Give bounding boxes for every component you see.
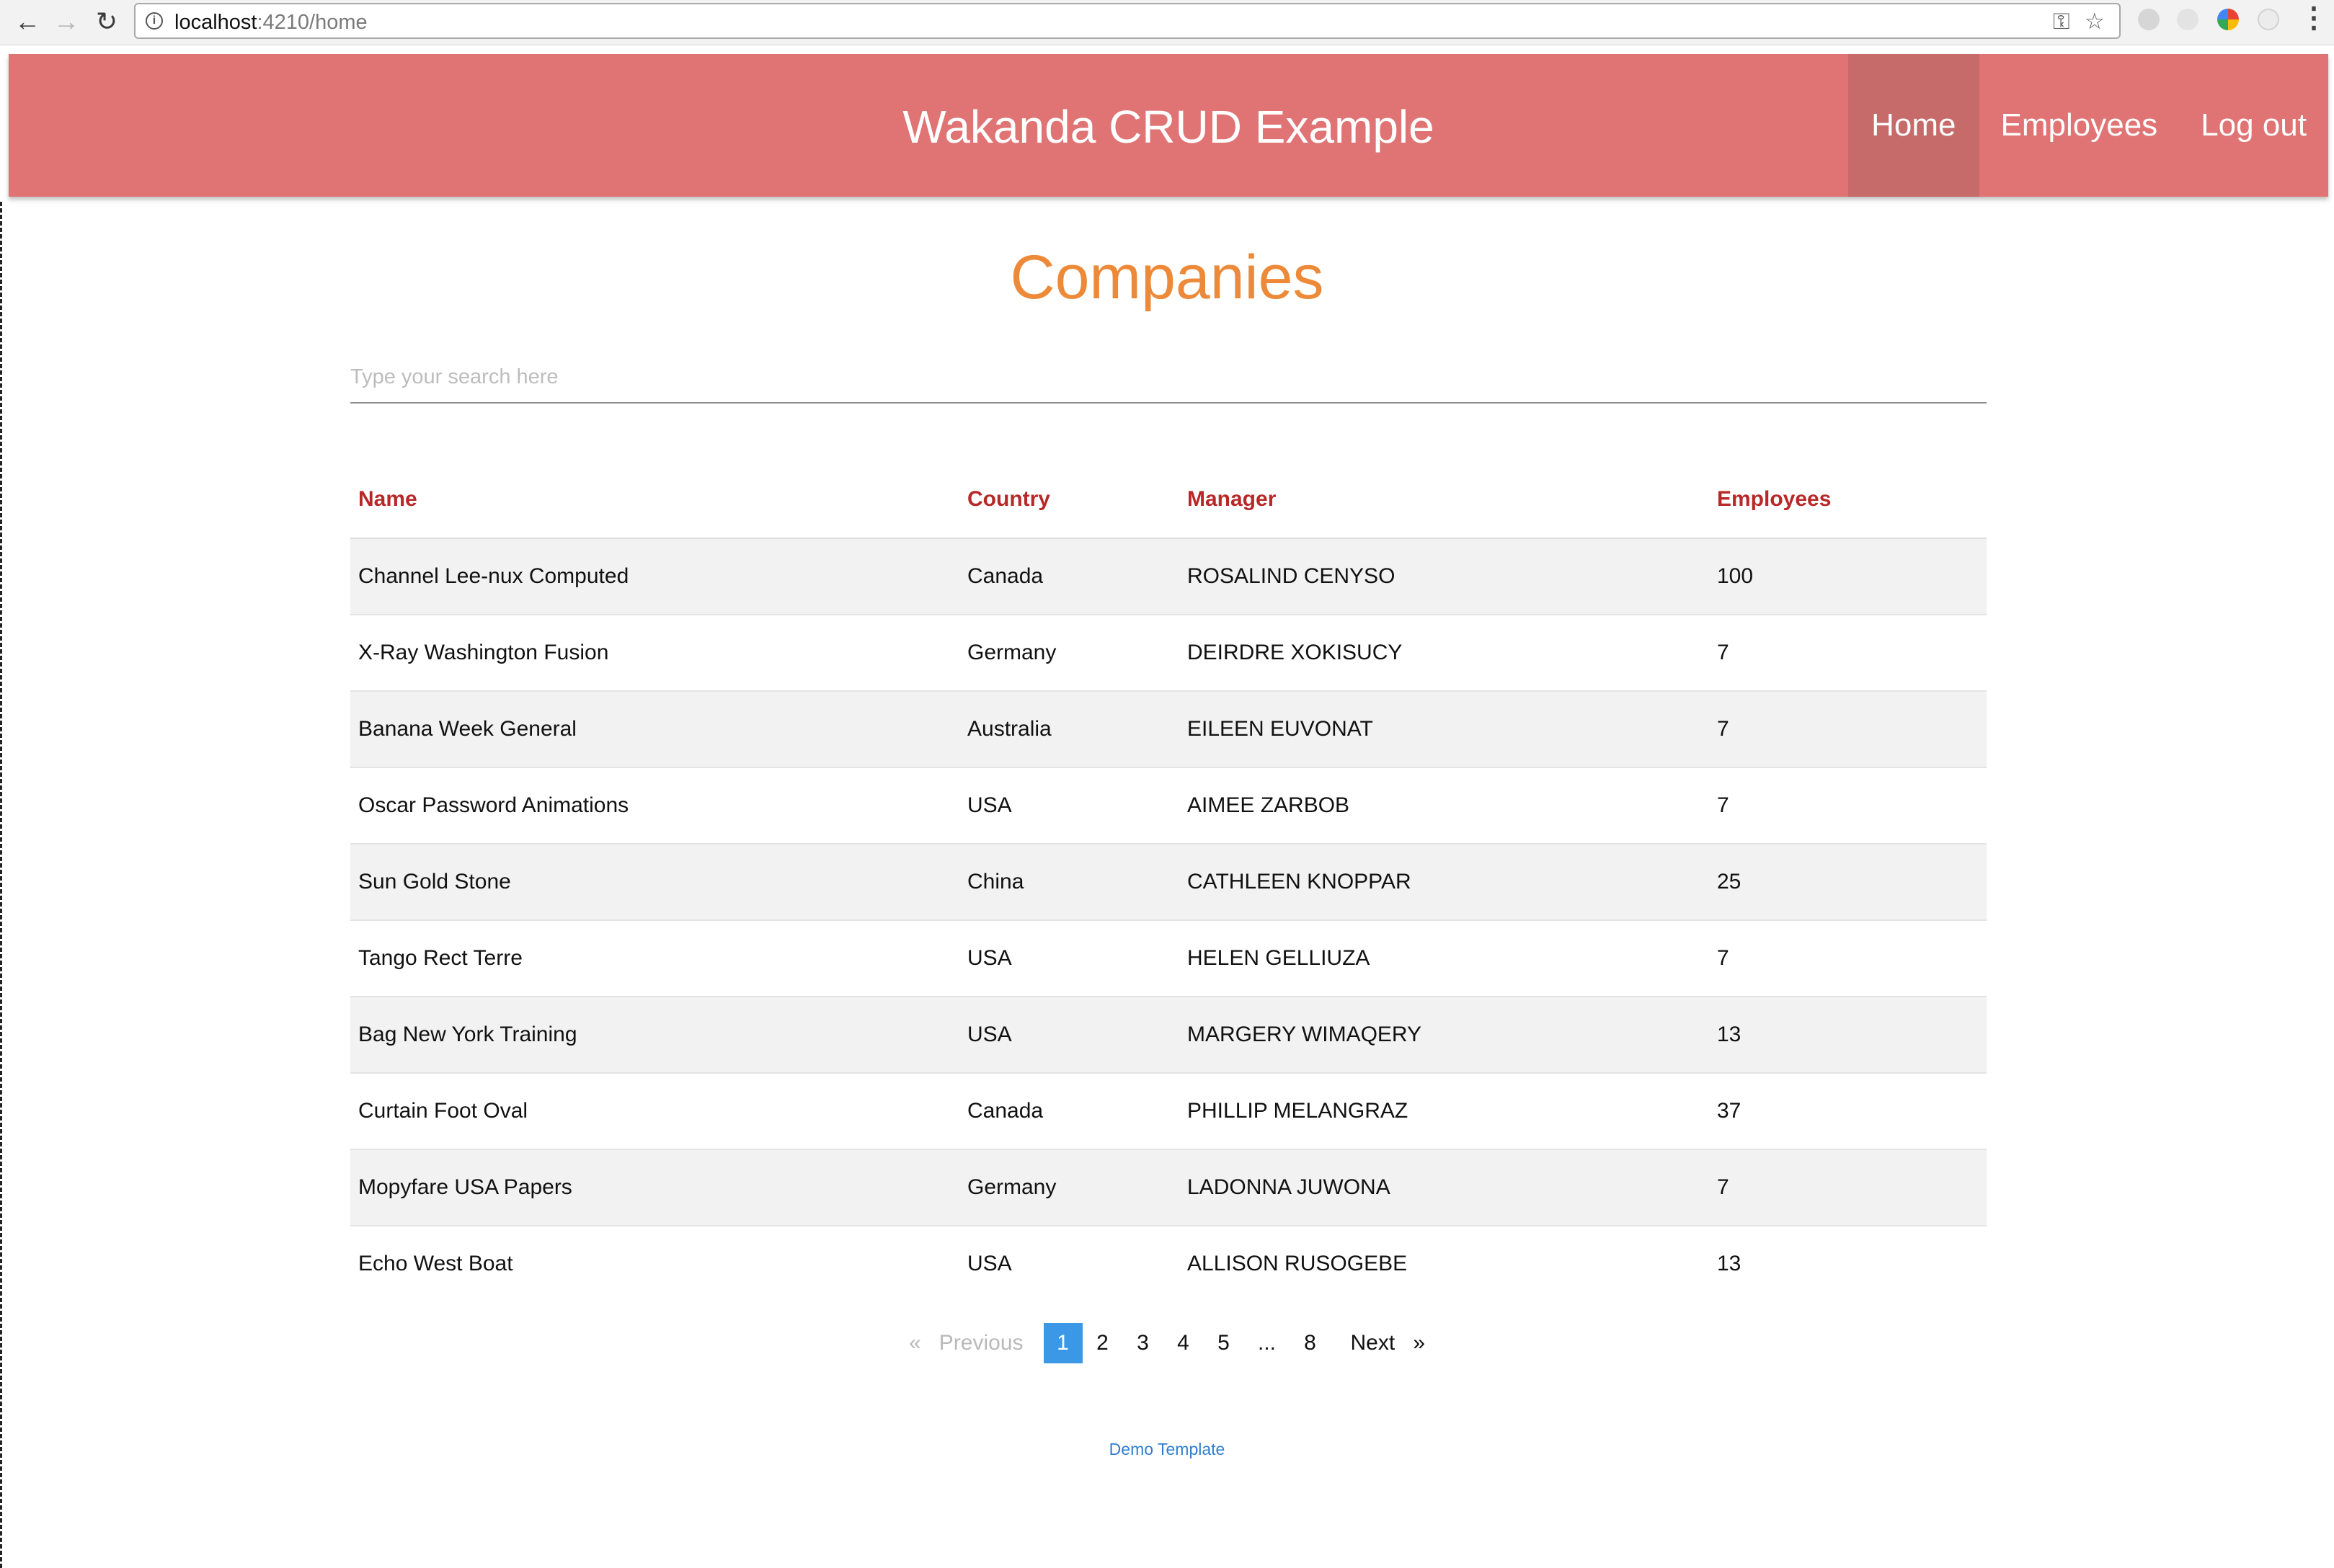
cell-country: Germany: [959, 1149, 1179, 1226]
cell-country: USA: [959, 997, 1179, 1074]
cell-employees: 100: [1709, 538, 1987, 615]
cell-manager: ALLISON RUSOGEBE: [1187, 1252, 1408, 1275]
cell-country: China: [959, 844, 1179, 921]
nav-home[interactable]: Home: [1848, 54, 1979, 197]
cell-manager: MARGERY WIMAQERY: [1179, 997, 1709, 1074]
app-nav: Home Employees Log out: [1848, 54, 2328, 197]
url-host: localhost: [174, 11, 257, 34]
table-row[interactable]: Curtain Foot Oval Canada PHILLIP MELANGR…: [350, 1073, 1987, 1150]
cell-name: Bag New York Training: [350, 997, 959, 1074]
cell-employees: 13: [1709, 997, 1987, 1074]
cell-name: Echo West Boat: [358, 1252, 513, 1275]
table-row[interactable]: Tango Rect Terre USA HELEN GELLIUZA 7: [350, 920, 1987, 997]
cell-country: USA: [959, 767, 1179, 845]
cell-manager: AIMEE ZARBOB: [1179, 767, 1709, 845]
cell-employees: 7: [1709, 920, 1987, 997]
cell-country: Australia: [959, 691, 1179, 768]
nav-logout[interactable]: Log out: [2179, 54, 2328, 197]
column-header-name[interactable]: Name: [350, 461, 959, 539]
cell-manager: ROSALIND CENYSO: [1179, 538, 1709, 615]
extension-icon[interactable]: [2177, 9, 2198, 30]
table-row[interactable]: Bag New York Training USA MARGERY WIMAQE…: [350, 997, 1987, 1074]
search-input[interactable]: [350, 352, 1987, 404]
extension-icon[interactable]: [2258, 9, 2279, 30]
url-text[interactable]: localhost:4210/home: [174, 11, 368, 35]
cell-country: USA: [967, 1252, 1012, 1275]
cell-employees: 7: [1709, 767, 1987, 845]
cell-manager: DEIRDRE XOKISUCY: [1179, 615, 1709, 692]
cell-name: Sun Gold Stone: [350, 844, 959, 921]
cell-name: Curtain Foot Oval: [350, 1073, 959, 1150]
browser-toolbar: ← → ↻ i localhost:4210/home ⚿ ☆ ⋮: [0, 0, 2334, 45]
cell-country: Germany: [959, 615, 1179, 692]
page-button-4[interactable]: 4: [1163, 1323, 1204, 1363]
pagination: « Previous 1 2 3 4 5 ... 8 Next »: [0, 1323, 2334, 1363]
forward-arrow-icon[interactable]: →: [49, 3, 84, 40]
cell-employees: 37: [1709, 1073, 1987, 1150]
cell-name: Tango Rect Terre: [350, 920, 959, 997]
page-button-2[interactable]: 2: [1083, 1323, 1123, 1363]
cell-manager: LADONNA JUWONA: [1179, 1149, 1709, 1226]
cell-manager: HELEN GELLIUZA: [1179, 920, 1709, 997]
cell-employees: 7: [1709, 615, 1987, 692]
nav-employees[interactable]: Employees: [1979, 54, 2180, 197]
cell-name: Channel Lee-nux Computed: [350, 538, 959, 615]
color-extension-icon[interactable]: [2217, 9, 2239, 30]
table-row[interactable]: Mopyfare USA Papers Germany LADONNA JUWO…: [350, 1149, 1987, 1226]
back-arrow-icon[interactable]: ←: [10, 3, 45, 40]
cell-manager: CATHLEEN KNOPPAR: [1179, 844, 1709, 921]
cell-manager: PHILLIP MELANGRAZ: [1179, 1073, 1709, 1150]
url-path: :4210/home: [257, 11, 368, 34]
demo-template-link[interactable]: Demo Template: [0, 1440, 2334, 1459]
page-button-1[interactable]: 1: [1043, 1323, 1083, 1363]
bookmark-star-icon[interactable]: ☆: [2085, 9, 2105, 35]
column-header-country[interactable]: Country: [959, 461, 1179, 539]
cell-name: Mopyfare USA Papers: [350, 1149, 959, 1226]
extension-icon[interactable]: [2138, 9, 2160, 30]
table-header-row: Name Country Manager Employees: [350, 461, 1987, 539]
cell-manager: EILEEN EUVONAT: [1179, 691, 1709, 768]
page-button-5[interactable]: 5: [1204, 1323, 1244, 1363]
pagination-ellipsis: ...: [1258, 1331, 1277, 1355]
table-row[interactable]: Echo West Boat USA ALLISON RUSOGEBE 13: [350, 1226, 1987, 1301]
table-row[interactable]: Banana Week General Australia EILEEN EUV…: [350, 691, 1987, 768]
cell-country: Canada: [959, 538, 1179, 615]
reload-icon[interactable]: ↻: [89, 3, 124, 40]
page-button-3[interactable]: 3: [1123, 1323, 1163, 1363]
column-header-manager[interactable]: Manager: [1179, 461, 1709, 539]
table-row[interactable]: Channel Lee-nux Computed Canada ROSALIND…: [350, 538, 1987, 615]
column-header-employees[interactable]: Employees: [1709, 461, 1987, 539]
cell-name: X-Ray Washington Fusion: [350, 615, 959, 692]
table-row[interactable]: Oscar Password Animations USA AIMEE ZARB…: [350, 767, 1987, 845]
address-bar[interactable]: i localhost:4210/home ⚿ ☆: [134, 3, 2121, 39]
info-icon[interactable]: i: [146, 12, 163, 30]
cell-name: Oscar Password Animations: [350, 767, 959, 845]
companies-table: Name Country Manager Employees Channel L…: [350, 461, 1987, 1301]
cell-country: USA: [959, 920, 1179, 997]
cell-employees: 7: [1709, 691, 1987, 768]
table-row[interactable]: Sun Gold Stone China CATHLEEN KNOPPAR 25: [350, 844, 1987, 921]
cell-employees: 25: [1709, 844, 1987, 921]
cell-employees: 13: [1717, 1252, 1741, 1275]
page-button-8[interactable]: 8: [1290, 1323, 1331, 1363]
app-header: Wakanda CRUD Example Home Employees Log …: [9, 54, 2328, 197]
browser-menu-icon[interactable]: ⋮: [2299, 1, 2328, 35]
key-icon[interactable]: ⚿: [2053, 9, 2070, 35]
previous-page-button[interactable]: « Previous: [909, 1323, 1023, 1363]
cell-employees: 7: [1709, 1149, 1987, 1226]
cell-name: Banana Week General: [350, 691, 959, 768]
cell-country: Canada: [959, 1073, 1179, 1150]
table-row[interactable]: X-Ray Washington Fusion Germany DEIRDRE …: [350, 615, 1987, 692]
next-page-button[interactable]: Next »: [1351, 1323, 1425, 1363]
page-title: Companies: [1010, 243, 1324, 312]
